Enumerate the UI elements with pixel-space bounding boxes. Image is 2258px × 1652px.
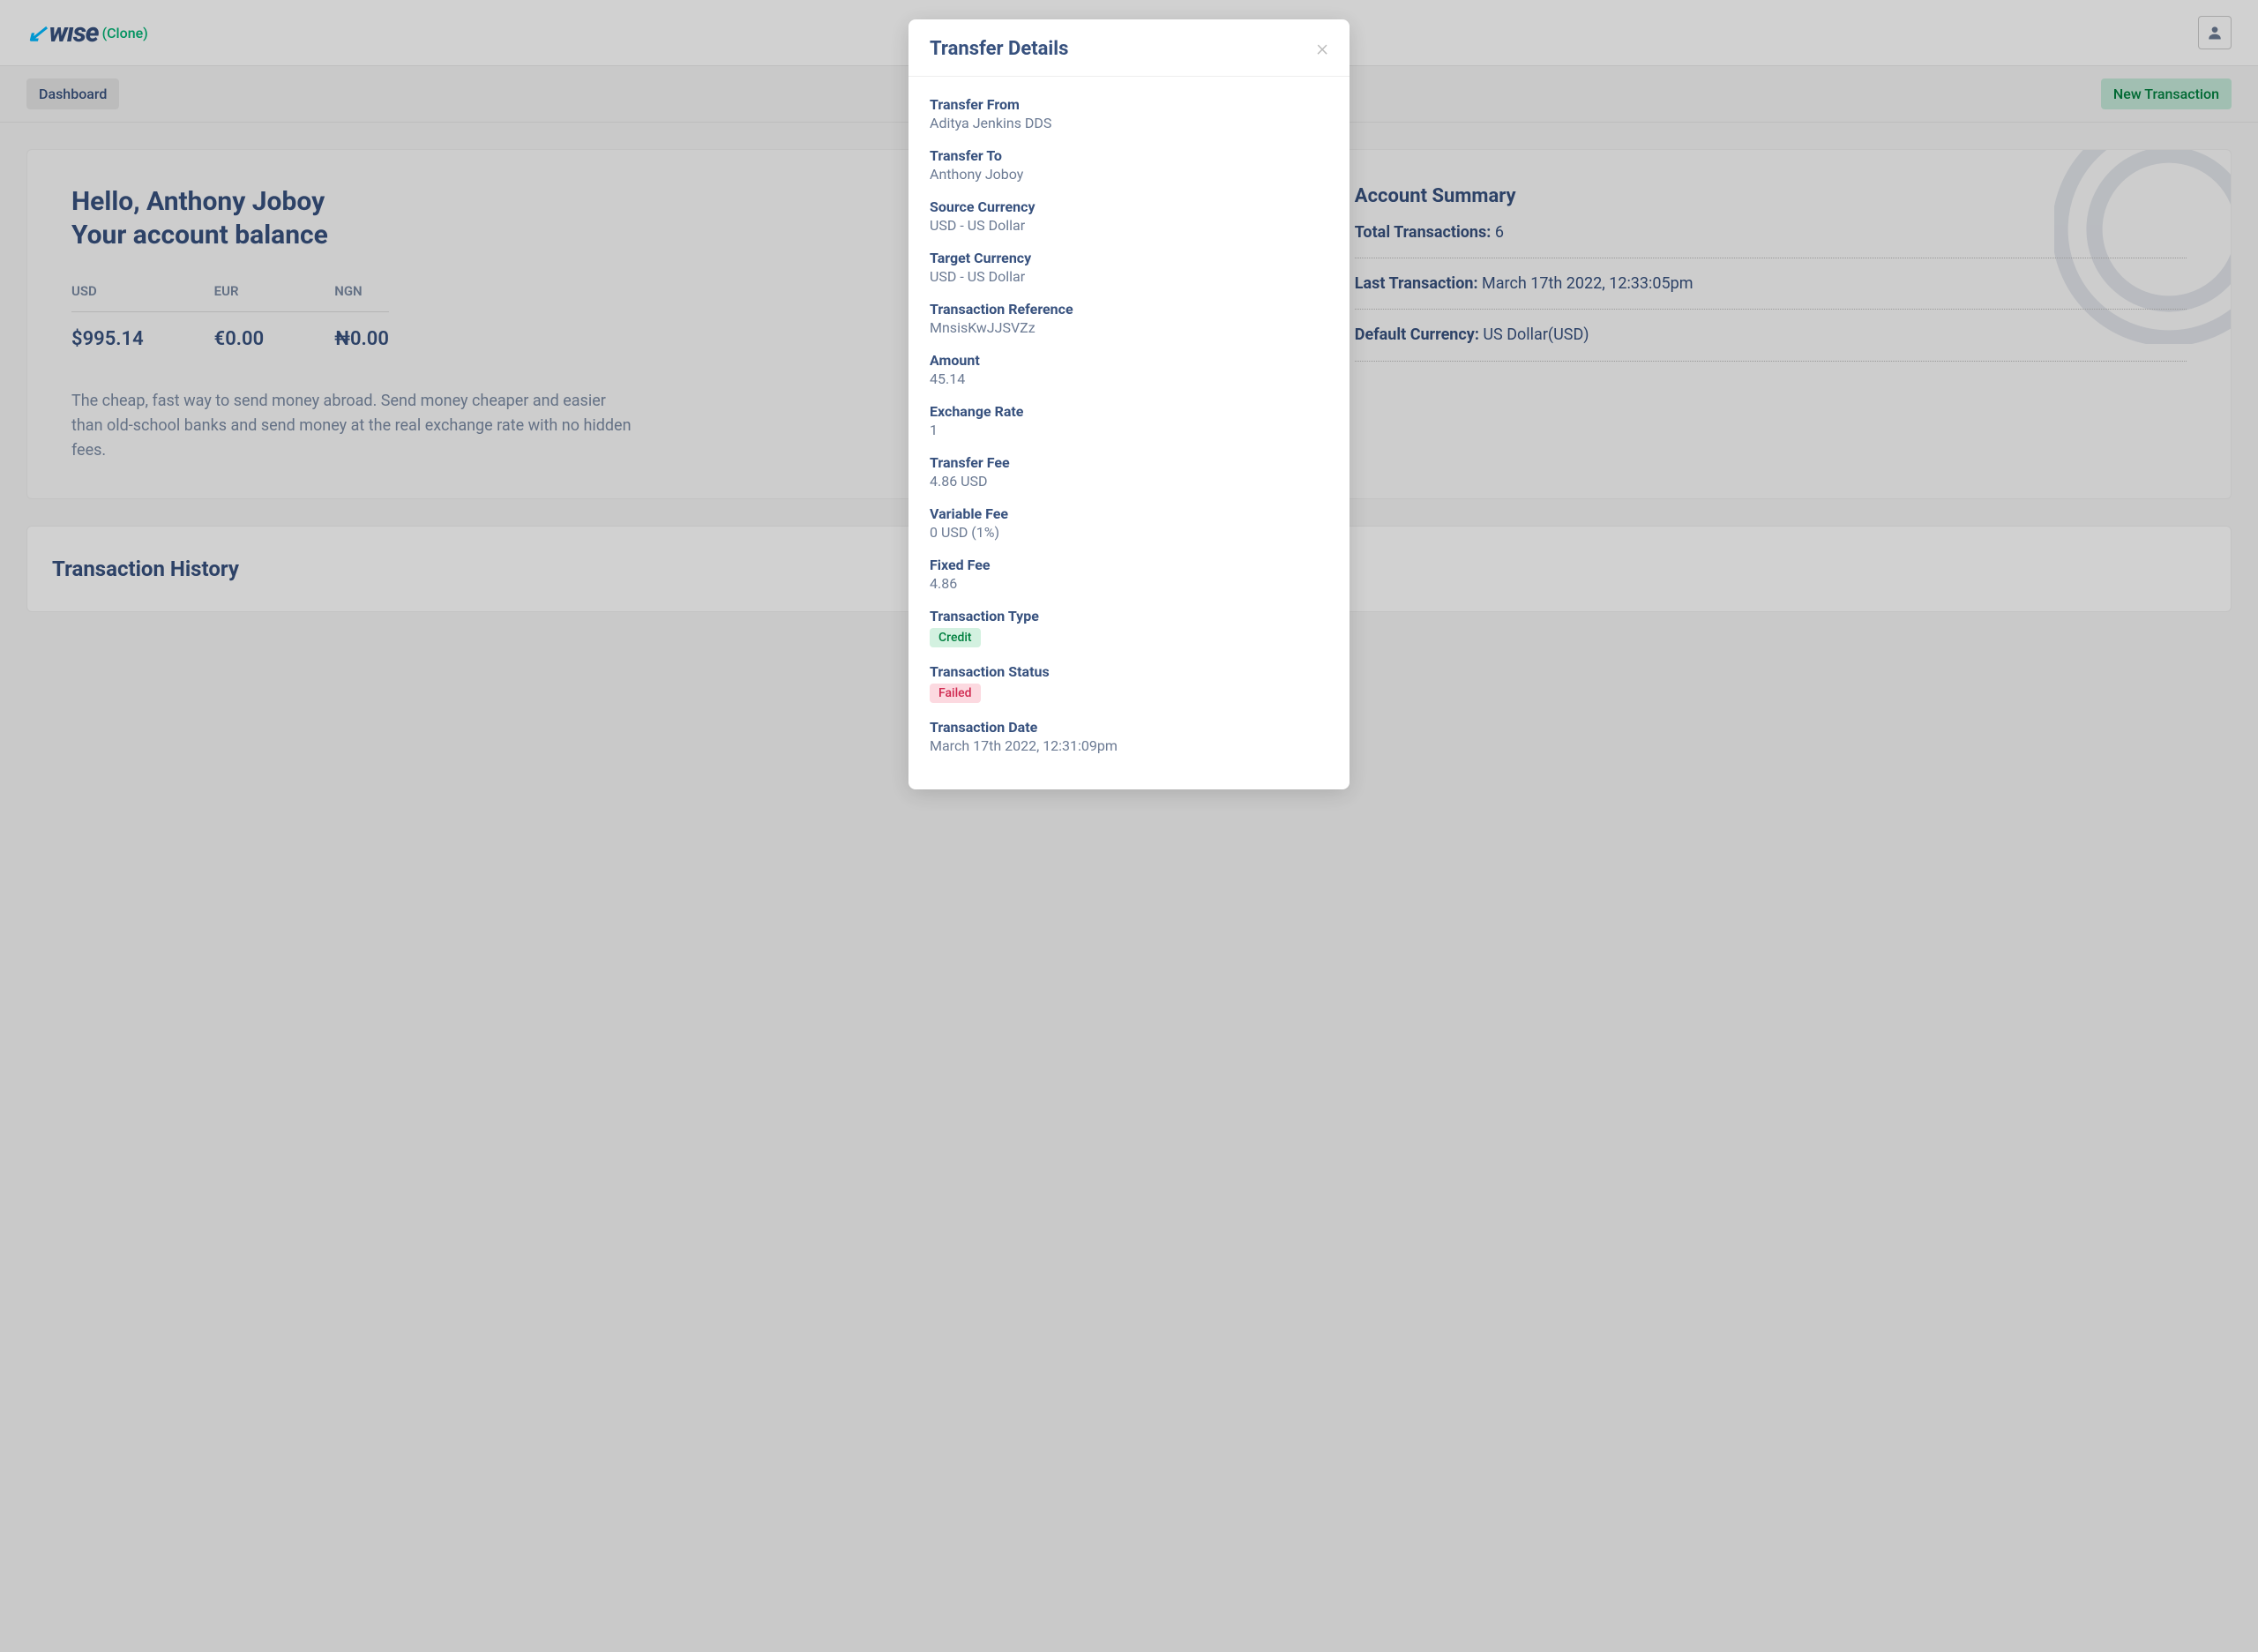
field-fixed-fee: Fixed Fee4.86 <box>930 557 1328 592</box>
field-amount: Amount45.14 <box>930 352 1328 387</box>
field-transaction-date: Transaction DateMarch 17th 2022, 12:31:0… <box>930 719 1328 754</box>
field-transaction-status: Transaction StatusFailed <box>930 663 1328 703</box>
field-transfer-to: Transfer ToAnthony Joboy <box>930 147 1328 183</box>
close-icon[interactable]: × <box>1316 37 1328 60</box>
type-badge: Credit <box>930 628 981 647</box>
field-source-currency: Source CurrencyUSD - US Dollar <box>930 198 1328 234</box>
field-reference: Transaction ReferenceMnsisKwJJSVZz <box>930 301 1328 336</box>
status-badge: Failed <box>930 684 981 703</box>
field-transfer-from: Transfer FromAditya Jenkins DDS <box>930 96 1328 131</box>
transfer-details-modal: Transfer Details × Transfer FromAditya J… <box>908 19 1350 789</box>
field-transaction-type: Transaction TypeCredit <box>930 608 1328 647</box>
field-variable-fee: Variable Fee0 USD (1%) <box>930 505 1328 541</box>
modal-title: Transfer Details <box>930 38 1068 60</box>
field-target-currency: Target CurrencyUSD - US Dollar <box>930 250 1328 285</box>
field-transfer-fee: Transfer Fee4.86 USD <box>930 454 1328 490</box>
field-exchange-rate: Exchange Rate1 <box>930 403 1328 438</box>
